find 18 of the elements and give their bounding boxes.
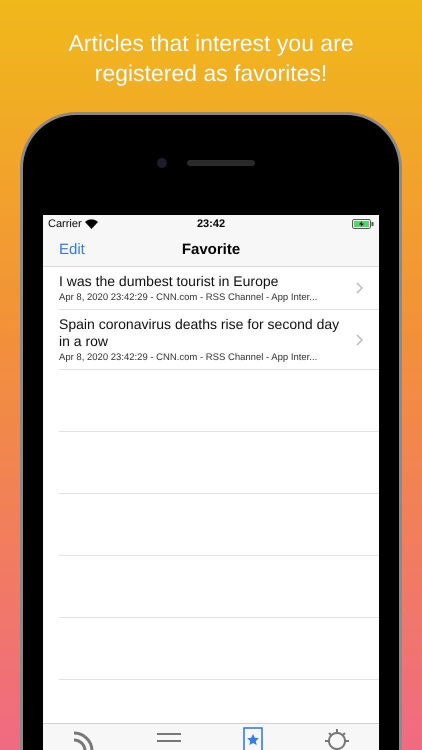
- article-title: I was the dumbest tourist in Europe: [59, 273, 280, 290]
- battery-charging-icon: [352, 218, 374, 228]
- star-bookmark-icon: [242, 727, 264, 750]
- article-meta: Apr 8, 2020 23:42:29 - CNN.com - RSS Channel - App Inter...: [59, 292, 318, 303]
- edit-button[interactable]: Edit: [43, 240, 85, 258]
- article-title: Spain coronavirus deaths rise for second day in a row: [59, 316, 340, 350]
- nav-title: Favorite: [182, 240, 240, 258]
- article-row[interactable]: Spain coronavirus deaths rise for second day in a row Apr 8, 2020 23:42:29 - CNN.com - RSS Channel - App Inter...: [59, 310, 379, 370]
- carrier-label: Carrier: [48, 218, 82, 230]
- article-row[interactable]: I was the dumbest tourist in Europe Apr 8, 2020 23:42:29 - CNN.com - RSS Channel - App Inter...: [59, 267, 379, 310]
- chevron-icon: [356, 334, 363, 346]
- chevron-icon: [356, 282, 363, 294]
- speaker-grille: [187, 160, 255, 166]
- settings-icon: [324, 727, 350, 750]
- article-meta: Apr 8, 2020 23:42:29 - CNN.com - RSS Channel - App Inter...: [59, 352, 318, 363]
- camera-icon: [157, 158, 167, 168]
- wifi-icon: [84, 218, 98, 228]
- status-time: 23:42: [196, 218, 226, 230]
